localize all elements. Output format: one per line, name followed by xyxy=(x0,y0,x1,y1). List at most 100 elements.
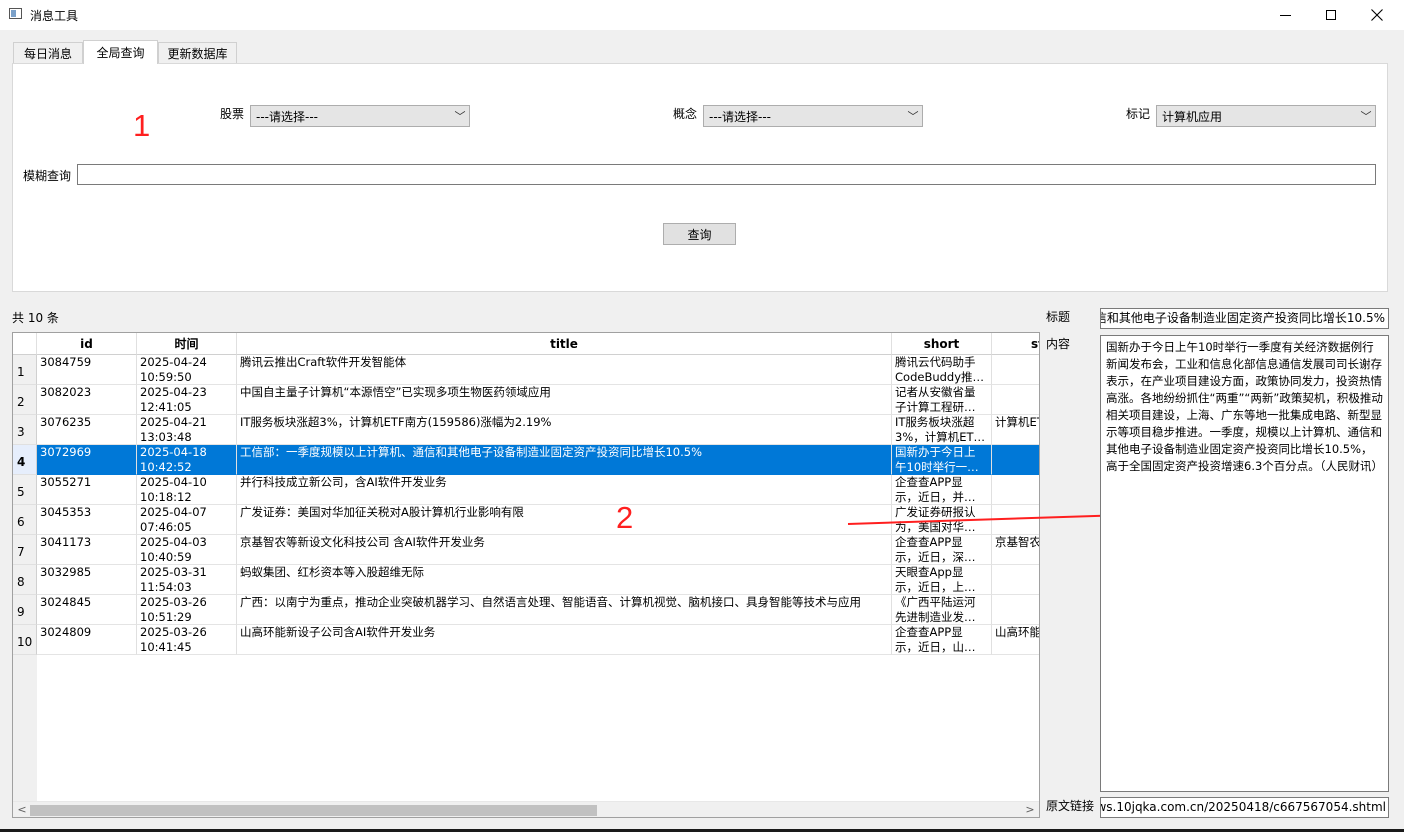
cell-title[interactable]: 中国自主量子计算机“本源悟空”已实现多项生物医药领域应用 xyxy=(237,385,892,415)
close-button[interactable] xyxy=(1354,0,1400,30)
table-row[interactable]: 4 3072969 2025-04-18 10:42:52 工信部：一季度规模以上计算机… xyxy=(13,445,1039,475)
cell-clock: 13:03:48 xyxy=(140,430,192,444)
row-number[interactable]: 9 xyxy=(13,595,37,625)
title-bar xyxy=(0,0,1404,30)
source-link-field[interactable]: news.10jqka.com.cn/20250418/c667567054.s… xyxy=(1100,797,1389,818)
cell-time[interactable]: 2025-03-26 10:41:45 xyxy=(137,625,237,655)
cell-id-value: 3082023 xyxy=(40,385,92,399)
cell-time[interactable]: 2025-04-18 10:42:52 xyxy=(137,445,237,475)
cell-title[interactable]: 并行科技成立新公司，含AI软件开发业务 xyxy=(237,475,892,505)
chevron-down-icon: ﹀ xyxy=(1360,110,1372,123)
row-number[interactable]: 4 xyxy=(13,445,37,475)
cell-id-value: 3045353 xyxy=(40,505,92,519)
cell-time[interactable]: 2025-04-23 12:41:05 xyxy=(137,385,237,415)
table-row[interactable]: 3 3076235 2025-04-21 13:03:48 IT服务板块涨超3%，计算机… xyxy=(13,415,1039,445)
cell-short[interactable]: 记者从安徽省量 子计算工程研… xyxy=(892,385,992,415)
cell-title[interactable]: 蚂蚁集团、红杉资本等入股超维无际 xyxy=(237,565,892,595)
row-number[interactable]: 3 xyxy=(13,415,37,445)
column-header-title[interactable]: title xyxy=(237,333,892,355)
cell-time[interactable]: 2025-04-03 10:40:59 xyxy=(137,535,237,565)
cell-short[interactable]: 腾讯云代码助手 CodeBuddy推… xyxy=(892,355,992,385)
cell-id[interactable]: 3055271 xyxy=(37,475,137,505)
cell-time[interactable]: 2025-03-26 10:51:29 xyxy=(137,595,237,625)
table-row[interactable]: 10 3024809 2025-03-26 10:41:45 山高环能新设子公司含AI软… xyxy=(13,625,1039,655)
cell-stock[interactable]: 山高环能 xyxy=(992,625,1039,655)
minimize-button[interactable] xyxy=(1262,0,1308,30)
tag-label: 标记 xyxy=(1126,107,1151,121)
concept-label: 概念 xyxy=(673,107,698,121)
table-row[interactable]: 2 3082023 2025-04-23 12:41:05 中国自主量子计算机“本源悟空… xyxy=(13,385,1039,415)
cell-stock[interactable] xyxy=(992,565,1039,595)
cell-title[interactable]: IT服务板块涨超3%，计算机ETF南方(159586)涨幅为2.19% xyxy=(237,415,892,445)
cell-short[interactable]: 天眼查App显 示，近日，上… xyxy=(892,565,992,595)
row-number[interactable]: 5 xyxy=(13,475,37,505)
horizontal-scrollbar[interactable]: < > xyxy=(13,801,1039,817)
row-number[interactable]: 8 xyxy=(13,565,37,595)
cell-short-line1: 国新办于今日上 xyxy=(895,445,976,459)
cell-short[interactable]: 企查查APP显 示，近日，山… xyxy=(892,625,992,655)
cell-time[interactable]: 2025-04-21 13:03:48 xyxy=(137,415,237,445)
cell-stock[interactable] xyxy=(992,355,1039,385)
concept-select[interactable]: ---请选择--- ﹀ xyxy=(703,105,923,127)
cell-time[interactable]: 2025-03-31 11:54:03 xyxy=(137,565,237,595)
cell-clock: 12:41:05 xyxy=(140,400,192,414)
column-header-id[interactable]: id xyxy=(37,333,137,355)
cell-id[interactable]: 3076235 xyxy=(37,415,137,445)
tab-global-query[interactable]: 全局查询 xyxy=(83,40,158,64)
table-row[interactable]: 8 3032985 2025-03-31 11:54:03 蚂蚁集团、红杉资本等入股超维… xyxy=(13,565,1039,595)
column-header-short[interactable]: short xyxy=(892,333,992,355)
cell-title[interactable]: 工信部：一季度规模以上计算机、通信和其他电子设备制造业固定资产投资同比增长10.… xyxy=(237,445,892,475)
cell-id[interactable]: 3024809 xyxy=(37,625,137,655)
maximize-button[interactable] xyxy=(1308,0,1354,30)
row-number[interactable]: 10 xyxy=(13,625,37,655)
tab-daily-messages[interactable]: 每日消息 xyxy=(13,42,83,63)
maximize-icon xyxy=(1326,10,1336,20)
scrollbar-thumb[interactable] xyxy=(30,805,597,816)
cell-id[interactable]: 3084759 xyxy=(37,355,137,385)
cell-short[interactable]: IT服务板块涨超 3%，计算机ET… xyxy=(892,415,992,445)
cell-time[interactable]: 2025-04-24 10:59:50 xyxy=(137,355,237,385)
cell-title[interactable]: 京基智农等新设文化科技公司 含AI软件开发业务 xyxy=(237,535,892,565)
cell-short-line2: 示，近日，上… xyxy=(895,580,976,594)
row-number[interactable]: 6 xyxy=(13,505,37,535)
cell-title[interactable]: 广发证券：美国对华加征关税对A股计算机行业影响有限 xyxy=(237,505,892,535)
detail-title-field[interactable]: 工信部：一季度规模以上计算机、通信和其他电子设备制造业固定资产投资同比增长10.… xyxy=(1100,308,1389,329)
cell-time[interactable]: 2025-04-07 07:46:05 xyxy=(137,505,237,535)
cell-date: 2025-04-23 xyxy=(140,385,207,399)
detail-content-field[interactable]: 国新办于今日上午10时举行一季度有关经济数据例行新闻发布会，工业和信息化部信息通… xyxy=(1100,335,1389,792)
cell-id[interactable]: 3032985 xyxy=(37,565,137,595)
cell-title[interactable]: 广西：以南宁为重点，推动企业突破机器学习、自然语言处理、智能语音、计算机视觉、脑… xyxy=(237,595,892,625)
tag-select[interactable]: 计算机应用 ﹀ xyxy=(1156,105,1376,127)
source-link-label: 原文链接 xyxy=(1046,799,1095,813)
cell-short[interactable]: 国新办于今日上 午10时举行一… xyxy=(892,445,992,475)
table-row[interactable]: 1 3084759 2025-04-24 10:59:50 腾讯云推出Craft软件开发… xyxy=(13,355,1039,385)
cell-id[interactable]: 3041173 xyxy=(37,535,137,565)
tab-update-database[interactable]: 更新数据库 xyxy=(158,42,237,63)
row-number[interactable]: 1 xyxy=(13,355,37,385)
scroll-right-icon[interactable]: > xyxy=(1023,803,1037,817)
cell-short-line1: IT服务板块涨超 xyxy=(895,415,975,429)
cell-id[interactable]: 3045353 xyxy=(37,505,137,535)
cell-id[interactable]: 3024845 xyxy=(37,595,137,625)
cell-title[interactable]: 山高环能新设子公司含AI软件开发业务 xyxy=(237,625,892,655)
row-number[interactable]: 7 xyxy=(13,535,37,565)
cell-short-line2: CodeBuddy推… xyxy=(895,370,985,384)
cell-stock[interactable] xyxy=(992,445,1039,475)
cell-clock: 10:59:50 xyxy=(140,370,192,384)
query-button[interactable]: 查询 xyxy=(663,223,736,245)
cell-stock[interactable]: 计算机ET xyxy=(992,415,1039,445)
fuzzy-query-input[interactable] xyxy=(77,164,1376,185)
table-row[interactable]: 9 3024845 2025-03-26 10:51:29 广西：以南宁为重点，推动企业… xyxy=(13,595,1039,625)
row-number[interactable]: 2 xyxy=(13,385,37,415)
cell-title[interactable]: 腾讯云推出Craft软件开发智能体 xyxy=(237,355,892,385)
cell-stock[interactable] xyxy=(992,385,1039,415)
cell-stock[interactable] xyxy=(992,595,1039,625)
column-header-stock[interactable]: sto xyxy=(992,333,1039,355)
column-header-time[interactable]: 时间 xyxy=(137,333,237,355)
cell-short[interactable]: 《广西平陆运河 先进制造业发… xyxy=(892,595,992,625)
stock-select[interactable]: ---请选择--- ﹀ xyxy=(250,105,470,127)
scroll-left-icon[interactable]: < xyxy=(15,803,29,817)
cell-id[interactable]: 3072969 xyxy=(37,445,137,475)
cell-time[interactable]: 2025-04-10 10:18:12 xyxy=(137,475,237,505)
cell-id[interactable]: 3082023 xyxy=(37,385,137,415)
